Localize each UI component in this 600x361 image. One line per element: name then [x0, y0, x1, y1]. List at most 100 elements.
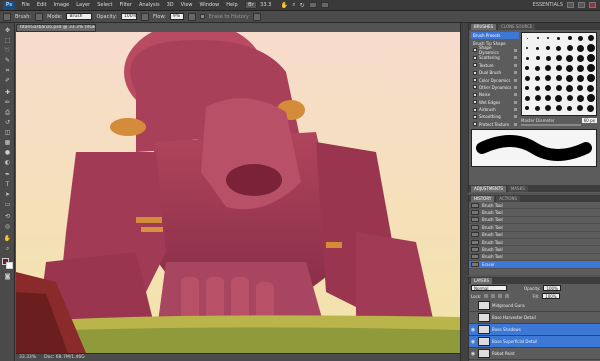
- status-zoom[interactable]: 33.33%: [19, 354, 36, 361]
- erase-history-checkbox[interactable]: [199, 14, 205, 19]
- lock-transparency-icon[interactable]: [484, 294, 489, 298]
- menu-image[interactable]: Image: [50, 2, 73, 8]
- airbrush-icon[interactable]: [187, 12, 196, 21]
- history-item[interactable]: Eraser: [469, 261, 600, 269]
- brush-preset-cell[interactable]: [525, 86, 530, 90]
- layer-opacity-field[interactable]: 100%: [543, 285, 561, 291]
- brush-preset-cell[interactable]: [524, 95, 530, 101]
- master-diameter-value[interactable]: 60 px: [581, 118, 597, 123]
- rotate-icon[interactable]: ↻: [300, 2, 305, 9]
- brush-preset-cell[interactable]: [534, 95, 541, 101]
- menu-filter[interactable]: Filter: [116, 2, 135, 8]
- pressure-size-icon[interactable]: [252, 12, 261, 21]
- tab-brushes[interactable]: BRUSHES: [471, 24, 497, 30]
- brush-setting-item[interactable]: Shape Dynamics: [471, 45, 519, 55]
- blend-mode-select[interactable]: Normal: [471, 285, 507, 291]
- tab-adjustments[interactable]: ADJUSTMENTS: [471, 186, 506, 192]
- crop-tool-icon[interactable]: ⌗: [3, 67, 12, 75]
- brush-setting-item[interactable]: Noise: [471, 91, 519, 98]
- document-tab[interactable]: titanGarbanzo.psd @ 33.3% (RGB/8)*: [16, 24, 96, 32]
- background-color-swatch[interactable]: [6, 262, 13, 269]
- quick-mask-icon[interactable]: ◙: [3, 273, 12, 281]
- brush-picker[interactable]: [35, 12, 44, 21]
- visibility-eye-icon[interactable]: ◉: [470, 339, 476, 345]
- brush-preset-cell[interactable]: [536, 37, 539, 39]
- brush-preset-cell[interactable]: [536, 46, 540, 50]
- quick-select-tool-icon[interactable]: ✎: [3, 57, 12, 65]
- brush-setting-item[interactable]: Texture: [471, 62, 519, 69]
- layer-name[interactable]: Robot Paint: [492, 351, 515, 356]
- brush-preset-cell[interactable]: [535, 75, 541, 81]
- bridge-icon[interactable]: Br: [245, 1, 257, 9]
- 3d-orbit-tool-icon[interactable]: ◎: [3, 223, 12, 231]
- brush-preset-cell[interactable]: [586, 54, 595, 62]
- close-button[interactable]: [589, 2, 596, 8]
- brush-preset-cell[interactable]: [567, 36, 572, 40]
- brush-preset-cell[interactable]: [525, 66, 530, 70]
- brush-preset-cell[interactable]: [545, 75, 552, 81]
- arrange-icon[interactable]: [308, 2, 317, 8]
- brush-preset-cell[interactable]: [547, 37, 550, 39]
- master-diameter-slider[interactable]: [521, 124, 581, 126]
- lock-icon[interactable]: [514, 78, 517, 82]
- healing-brush-tool-icon[interactable]: ✚: [3, 89, 12, 97]
- brush-preset-cell[interactable]: [587, 84, 595, 92]
- brush-preset-cell[interactable]: [566, 45, 573, 51]
- brush-preset-cell[interactable]: [556, 45, 562, 51]
- brush-preset-cell[interactable]: [525, 56, 529, 60]
- opacity-field[interactable]: 100%: [121, 13, 137, 20]
- document-canvas[interactable]: [16, 32, 460, 353]
- history-brush-tool-icon[interactable]: ↺: [3, 119, 12, 127]
- menu-select[interactable]: Select: [94, 2, 116, 8]
- layer-name[interactable]: Base Superficial Detail: [492, 339, 537, 344]
- tool-preset-icon[interactable]: [3, 12, 11, 21]
- brush-preset-cell[interactable]: [576, 44, 584, 52]
- brush-preset-cell[interactable]: [535, 85, 541, 91]
- brush-preset-cell[interactable]: [555, 55, 562, 61]
- marquee-tool-icon[interactable]: ⬚: [3, 37, 12, 45]
- shape-tool-icon[interactable]: ▭: [3, 201, 12, 209]
- brush-preset-cell[interactable]: [566, 54, 574, 62]
- brush-preset-cell[interactable]: [576, 74, 584, 82]
- pen-tool-icon[interactable]: ✒: [3, 171, 12, 179]
- zoom-icon[interactable]: ⌕: [292, 1, 295, 9]
- brush-setting-checkbox[interactable]: [473, 85, 477, 90]
- history-item[interactable]: Brush Tool: [469, 232, 600, 239]
- brush-preset-cell[interactable]: [586, 94, 595, 102]
- screen-mode-icon[interactable]: [320, 2, 329, 8]
- lock-all-icon[interactable]: [505, 294, 510, 298]
- brush-setting-item[interactable]: Dual Brush: [471, 69, 519, 76]
- visibility-eye-icon[interactable]: ◉: [470, 351, 476, 357]
- lock-icon[interactable]: [514, 56, 517, 60]
- type-tool-icon[interactable]: T: [3, 181, 12, 189]
- brush-preset-cell[interactable]: [587, 35, 594, 41]
- workspace-switcher[interactable]: ESSENTIALS: [533, 2, 563, 8]
- menu-3d[interactable]: 3D: [163, 2, 177, 8]
- brush-setting-item[interactable]: Wet Edges: [471, 99, 519, 106]
- tab-actions[interactable]: ACTIONS: [496, 196, 521, 202]
- tab-layers[interactable]: LAYERS: [471, 278, 493, 284]
- brush-preset-cell[interactable]: [555, 75, 562, 81]
- brush-preset-cell[interactable]: [526, 47, 529, 49]
- brush-presets-grid[interactable]: [521, 32, 597, 116]
- brush-setting-checkbox[interactable]: [473, 114, 477, 119]
- brush-preset-cell[interactable]: [535, 105, 541, 111]
- brush-setting-item[interactable]: Color Dynamics: [471, 76, 519, 83]
- brush-preset-cell[interactable]: [586, 44, 595, 52]
- hand-icon[interactable]: ✋: [281, 2, 288, 9]
- brush-preset-cell[interactable]: [557, 36, 561, 40]
- dodge-tool-icon[interactable]: ◐: [3, 159, 12, 167]
- visibility-eye-icon[interactable]: ◉: [470, 327, 476, 333]
- layer-name[interactable]: Base Shadows: [492, 327, 521, 332]
- zoom-tool-icon[interactable]: ⌕: [3, 245, 12, 253]
- brush-preset-cell[interactable]: [524, 75, 530, 81]
- brush-setting-item[interactable]: Brush Presets: [471, 32, 519, 40]
- eyedropper-tool-icon[interactable]: ✐: [3, 77, 12, 85]
- brush-setting-checkbox[interactable]: [473, 55, 477, 60]
- brush-setting-checkbox[interactable]: [473, 107, 477, 112]
- brush-setting-item[interactable]: Airbrush: [471, 106, 519, 113]
- mode-select[interactable]: Brush: [66, 13, 93, 20]
- menu-window[interactable]: Window: [196, 2, 223, 8]
- path-selection-tool-icon[interactable]: ➤: [3, 191, 12, 199]
- gradient-tool-icon[interactable]: ▦: [3, 139, 12, 147]
